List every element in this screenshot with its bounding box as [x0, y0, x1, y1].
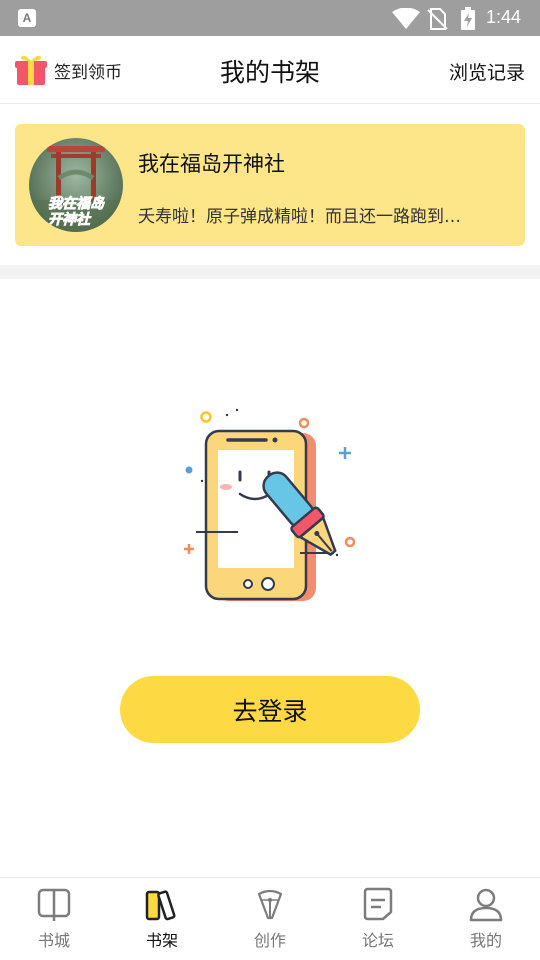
book-title: 我在福岛开神社	[138, 152, 285, 176]
login-button[interactable]: 去登录	[120, 676, 420, 743]
book-open-icon	[37, 888, 71, 921]
battery-charging-icon	[461, 7, 475, 30]
wifi-icon	[392, 8, 420, 29]
tab-label: 我的	[469, 931, 502, 950]
tab-label: 创作	[253, 931, 286, 950]
featured-book-banner[interactable]: 我在福岛 开神社 我在福岛开神社 夭寿啦！原子弹成精啦！而且还一路跑到…	[15, 124, 525, 246]
cover-text-line2: 开神社	[48, 211, 92, 228]
notification-badge-icon: A	[18, 9, 36, 27]
gift-icon	[15, 55, 47, 85]
phone-with-pen-illustration	[184, 408, 356, 601]
status-time: 1:44	[486, 7, 522, 27]
checkin-label: 签到领币	[54, 62, 122, 83]
pen-nib-icon	[257, 889, 283, 920]
tab-bookstore[interactable]: 书城	[0, 878, 108, 960]
tab-create[interactable]: 创作	[216, 878, 324, 960]
bookshelf-icon	[145, 890, 176, 921]
tab-forum[interactable]: 论坛	[324, 878, 432, 960]
tab-label: 论坛	[361, 931, 394, 950]
tab-bookshelf[interactable]: 书架	[108, 878, 216, 960]
tab-profile[interactable]: 我的	[432, 878, 540, 960]
book-description: 夭寿啦！原子弹成精啦！而且还一路跑到…	[138, 207, 461, 227]
tab-label: 书城	[37, 931, 70, 950]
status-bar: A 1:44	[0, 0, 540, 36]
app-header: 签到领币 我的书架 浏览记录	[0, 36, 540, 104]
bottom-tab-bar: 书城 书架 创作 论坛 我的	[0, 877, 540, 960]
browse-history-button[interactable]: 浏览记录	[449, 58, 525, 85]
cover-text-line1: 我在福岛	[48, 195, 105, 212]
book-cover: 我在福岛 开神社	[29, 138, 123, 232]
checkin-button[interactable]: 签到领币	[14, 52, 122, 88]
tab-label: 书架	[145, 931, 178, 950]
section-divider	[0, 265, 540, 279]
forum-note-icon	[363, 887, 393, 921]
no-sim-icon	[427, 8, 448, 30]
user-icon	[469, 888, 503, 922]
